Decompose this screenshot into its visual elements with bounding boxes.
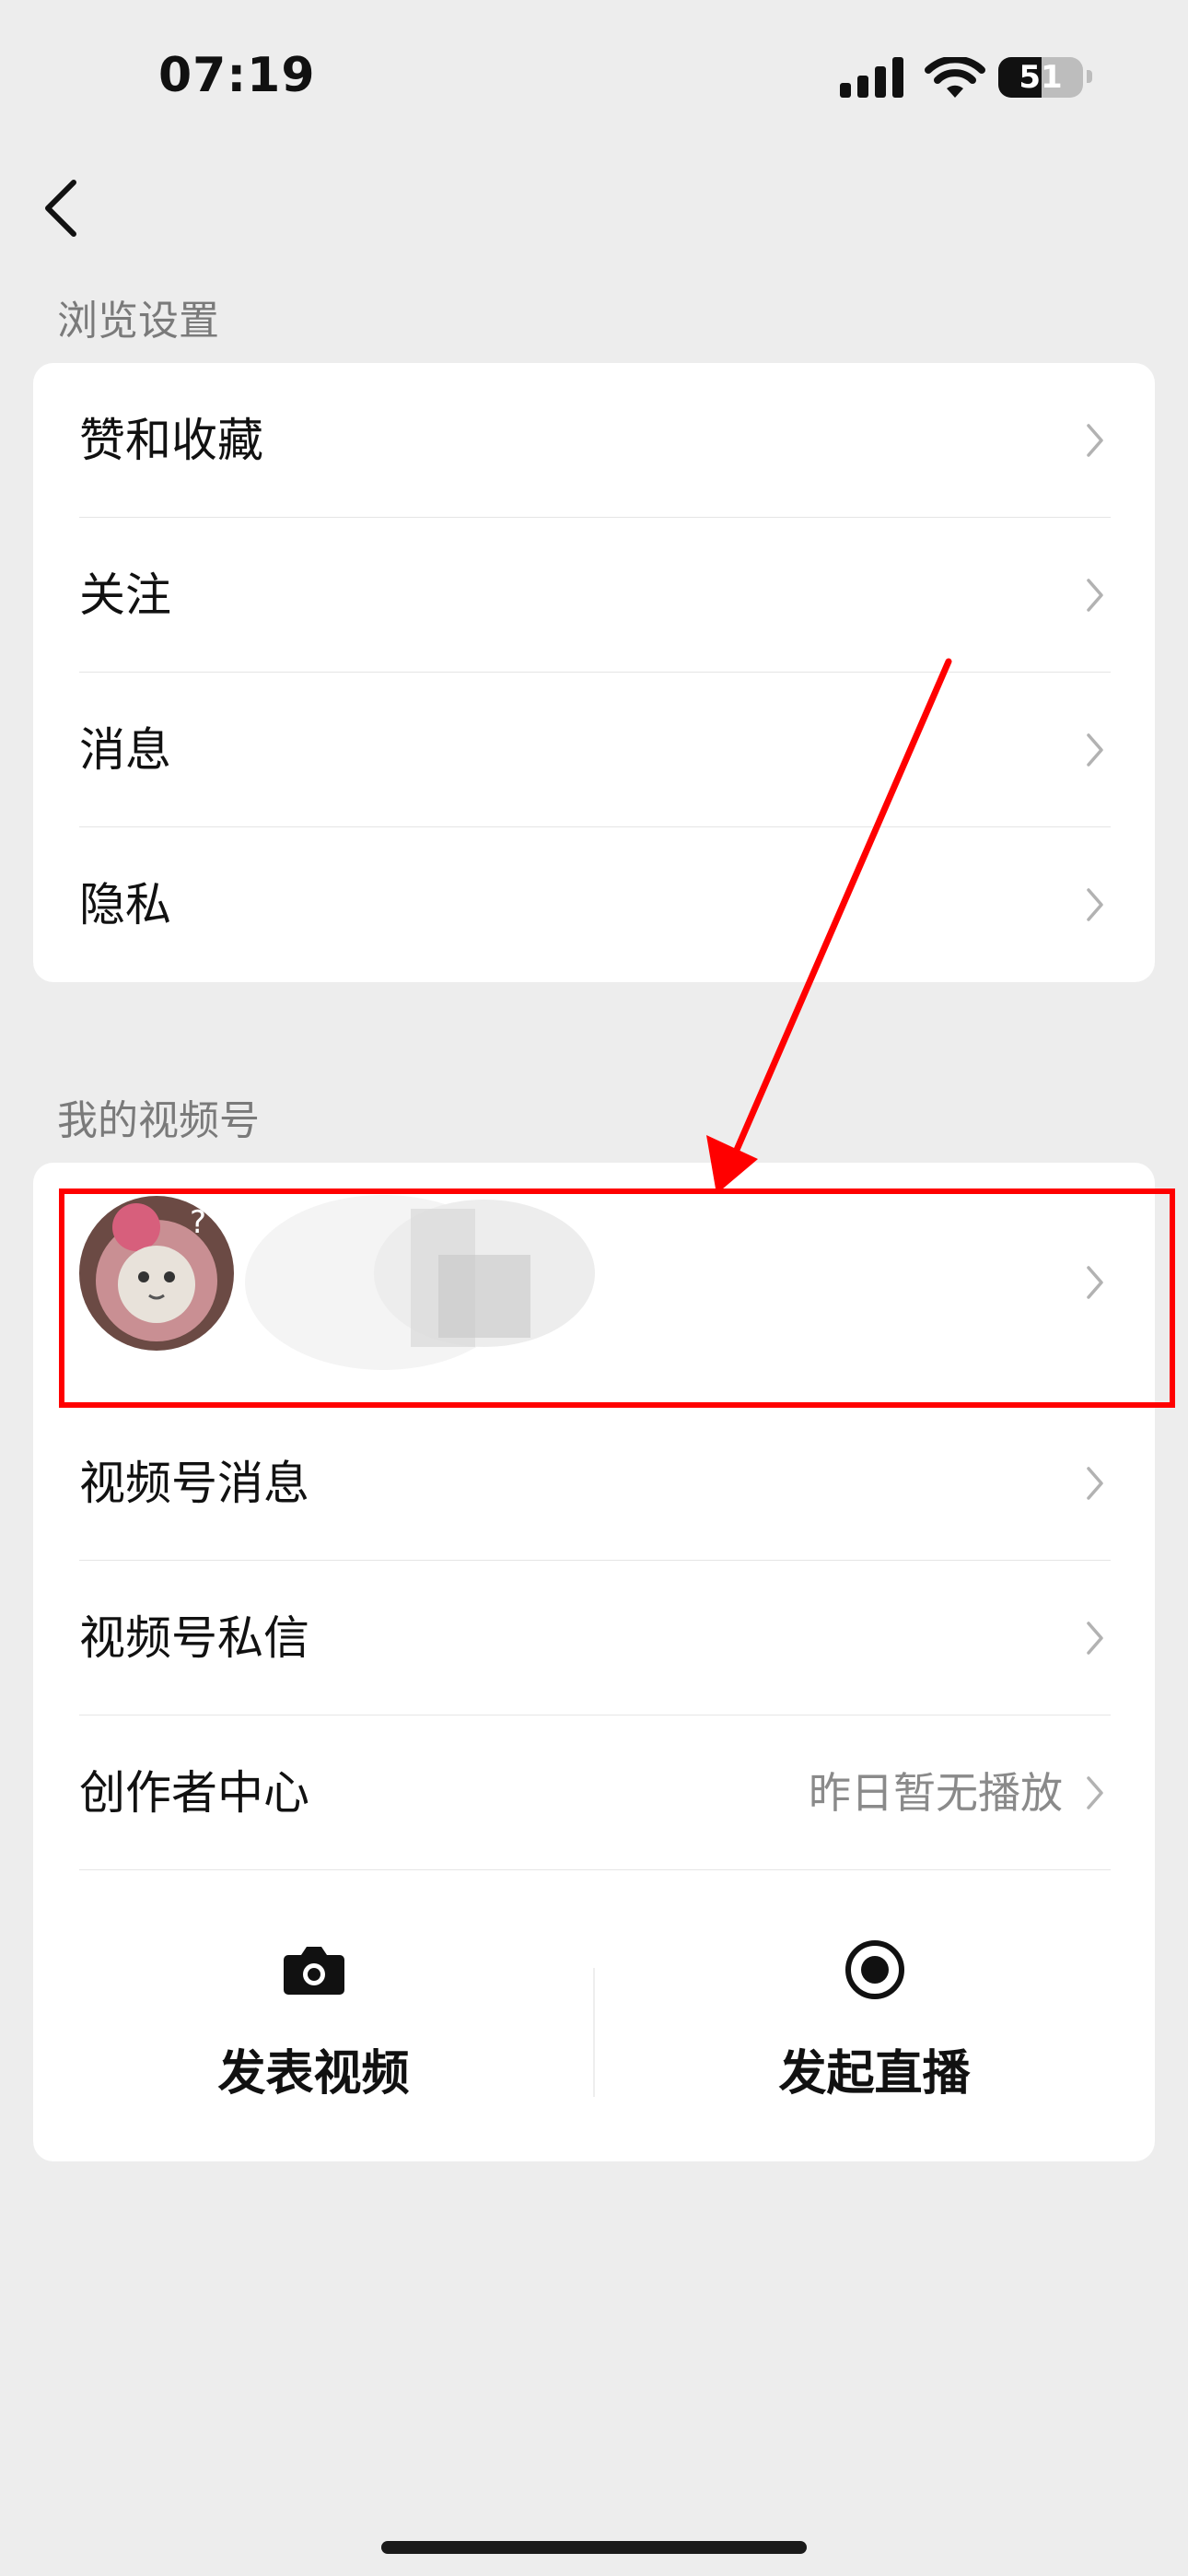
home-indicator[interactable]: [381, 2541, 807, 2554]
start-live-label: 发起直播: [778, 2046, 971, 2102]
browse-settings-card: 赞和收藏 关注 消息 隐私: [33, 363, 1155, 982]
row-label: 视频号私信: [79, 1611, 309, 1665]
post-video-button[interactable]: 发表视频: [33, 1872, 594, 2158]
row-label: 消息: [79, 723, 171, 777]
creator-center-status: 昨日暂无播放: [809, 1768, 1063, 1818]
chevron-right-icon: [1087, 733, 1103, 767]
channel-item-creator-center[interactable]: 创作者中心 昨日暂无播放: [33, 1715, 1155, 1870]
row-label: 隐私: [79, 878, 171, 931]
channel-actions: 发表视频 发起直播: [33, 1872, 1155, 2158]
settings-item-follow[interactable]: 关注: [33, 518, 1155, 673]
chevron-right-icon: [1087, 424, 1103, 457]
battery-level: 51: [1019, 59, 1063, 96]
battery-cap: [1087, 70, 1092, 83]
settings-item-messages[interactable]: 消息: [33, 673, 1155, 827]
chevron-right-icon: [1087, 1776, 1103, 1809]
back-button[interactable]: [37, 175, 88, 241]
row-label: 关注: [79, 568, 171, 622]
post-video-label: 发表视频: [217, 2046, 410, 2102]
row-label: 视频号消息: [79, 1457, 309, 1510]
channel-item-messages[interactable]: 视频号消息: [33, 1406, 1155, 1561]
start-live-button[interactable]: 发起直播: [594, 1872, 1155, 2158]
settings-item-privacy[interactable]: 隐私: [33, 827, 1155, 982]
settings-page: 07:19 51 浏览设置 赞和收藏 关注 消息 隐私 我的视频号 ? 视频号消…: [0, 0, 1188, 2576]
annotation-highlight-box: [59, 1188, 1175, 1408]
chevron-right-icon: [1087, 1622, 1103, 1655]
live-record-icon: [844, 1940, 904, 1999]
row-label: 赞和收藏: [79, 414, 263, 467]
browse-settings-header: 浏览设置: [57, 298, 219, 345]
battery-icon: 51: [998, 57, 1083, 98]
channel-item-private-messages[interactable]: 视频号私信: [33, 1561, 1155, 1715]
row-label: 创作者中心: [79, 1766, 309, 1820]
my-channel-header: 我的视频号: [57, 1097, 260, 1144]
status-time: 07:19: [158, 48, 316, 103]
chevron-right-icon: [1087, 579, 1103, 612]
chevron-right-icon: [1087, 888, 1103, 921]
cellular-signal-icon: [840, 57, 903, 98]
divider: [79, 1869, 1111, 1870]
camera-icon: [283, 1947, 344, 1995]
chevron-right-icon: [1087, 1467, 1103, 1500]
wifi-icon: [925, 57, 985, 98]
settings-item-likes-favorites[interactable]: 赞和收藏: [33, 363, 1155, 518]
